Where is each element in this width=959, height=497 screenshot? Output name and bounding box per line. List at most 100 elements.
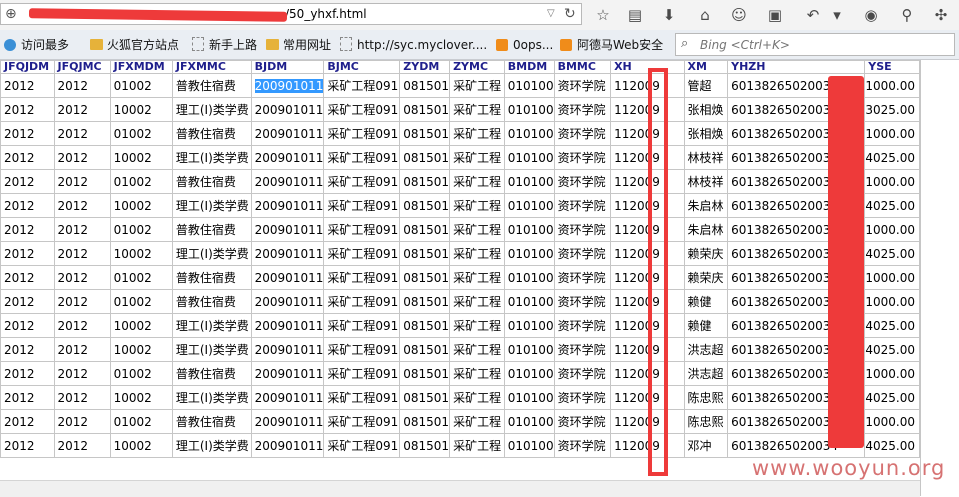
table-row: 2012 2012 01002 普教住宿费 200901011 采矿工程091 081501…: [0, 73, 920, 98]
text-tool-icon[interactable]: ▣: [764, 4, 786, 26]
table-cell: 2012: [53, 385, 111, 410]
chat-icon[interactable]: ☺: [728, 4, 750, 26]
table-row: 2012 2012 01002 普教住宿费 200901011 采矿工程091 081501…: [0, 265, 920, 290]
table-cell: 资环学院: [553, 289, 612, 314]
table-cell: 01002: [109, 121, 173, 146]
bookmark-syc[interactable]: http://syc.myclover....: [340, 37, 487, 53]
table-cell: 采矿工程091: [323, 265, 401, 290]
redaction-box-xh: [648, 68, 668, 476]
url-bar[interactable]: ⊕ /50_yhxf.html ▽ ↻: [0, 3, 582, 25]
undo-icon[interactable]: ↶: [802, 4, 824, 26]
table-cell: 2012: [53, 145, 111, 170]
bookmark-label: 新手上路: [209, 38, 258, 52]
table-cell: 采矿工程091: [323, 217, 401, 242]
table-row: 2012 2012 10002 理工(I)类学费 200901011 采矿工程091 081…: [0, 97, 920, 122]
search-input[interactable]: [700, 36, 940, 53]
table-cell: 081501: [399, 433, 451, 458]
table-cell: 200901011: [250, 121, 325, 146]
table-cell: 朱启林: [683, 217, 729, 242]
table-cell: 采矿工程091: [323, 289, 401, 314]
table-cell: 2012: [53, 241, 111, 266]
table-cell: 01002: [109, 265, 173, 290]
table-cell: 林枝祥: [683, 145, 729, 170]
table-cell: 普教住宿费: [171, 121, 252, 146]
table-row: 2012 2012 10002 理工(I)类学费 200901011 采矿工程091 081…: [0, 313, 920, 338]
addon-icon[interactable]: ◉: [860, 4, 882, 26]
table-cell: 2012: [53, 433, 111, 458]
table-cell: 01002: [109, 73, 173, 98]
table-cell: 2012: [0, 433, 55, 458]
table-cell: 200901011: [250, 145, 325, 170]
column-header: YSE: [864, 60, 920, 74]
table-cell: 081501: [399, 241, 451, 266]
star-icon[interactable]: ☆: [592, 4, 614, 26]
table-cell: 200901011: [250, 289, 325, 314]
table-cell: 2012: [0, 97, 55, 122]
bookmark-common-sites[interactable]: 常用网址: [266, 37, 331, 53]
table-cell: 洪志超: [683, 337, 729, 362]
table-cell: 采矿工程091: [323, 337, 401, 362]
chevron-down-icon[interactable]: ▽: [547, 6, 561, 22]
bookmark-most-visited[interactable]: 访问最多: [4, 37, 69, 53]
table-cell: 01002: [109, 361, 173, 386]
column-header: BJDM: [250, 60, 325, 74]
table-cell: 2012: [53, 97, 111, 122]
table-cell: 081501: [399, 73, 451, 98]
table-cell: 010100: [503, 361, 555, 386]
bookmark-0ops[interactable]: 0ops...: [496, 37, 553, 53]
column-header: YHZH: [727, 60, 866, 74]
chevron-down-icon[interactable]: ▾: [826, 4, 848, 26]
table-cell: 采矿工程091: [323, 73, 401, 98]
horizontal-scrollbar[interactable]: [0, 480, 920, 497]
table-cell: 采矿工程: [449, 73, 505, 98]
redaction-bar-yhzh: [828, 76, 864, 448]
table-cell: 张相焕: [683, 121, 729, 146]
table-cell: 采矿工程091: [323, 385, 401, 410]
table-cell: 资环学院: [553, 193, 612, 218]
table-cell: 10002: [109, 145, 173, 170]
table-cell: 1000.00: [864, 169, 920, 194]
bookmark-adema[interactable]: 阿德马Web安全: [560, 37, 663, 53]
table-cell: 理工(I)类学费: [171, 433, 252, 458]
table-cell: 普教住宿费: [171, 361, 252, 386]
home-icon[interactable]: ⌂: [694, 4, 716, 26]
reload-icon[interactable]: ↻: [564, 5, 580, 23]
table-cell: 2012: [53, 313, 111, 338]
table-cell: 资环学院: [553, 73, 612, 98]
clipboard-icon[interactable]: ▤: [624, 4, 646, 26]
column-header: ZYMC: [449, 60, 505, 74]
table-cell: 4025.00: [864, 385, 920, 410]
download-icon[interactable]: ⬇: [658, 4, 680, 26]
table-cell: 2012: [53, 121, 111, 146]
table-cell: 林枝祥: [683, 169, 729, 194]
table-cell: 采矿工程: [449, 145, 505, 170]
table-row: 2012 2012 01002 普教住宿费 200901011 采矿工程091 081501…: [0, 169, 920, 194]
table-cell: 010100: [503, 337, 555, 362]
menu-icon[interactable]: ✣: [930, 4, 952, 26]
table-cell: 010100: [503, 289, 555, 314]
table-cell: 01002: [109, 217, 173, 242]
table-cell: 2012: [0, 169, 55, 194]
table-cell: 1000.00: [864, 217, 920, 242]
url-text[interactable]: /50_yhxf.html: [285, 6, 367, 22]
table-cell: 1000.00: [864, 409, 920, 434]
bookmark-getting-started[interactable]: 新手上路: [192, 37, 257, 53]
zoom-icon[interactable]: ⚲: [896, 4, 918, 26]
table-cell: 资环学院: [553, 241, 612, 266]
table-row: 2012 2012 01002 普教住宿费 200901011 采矿工程091 081501…: [0, 121, 920, 146]
search-box[interactable]: ⌕: [675, 33, 955, 56]
table-cell: 2012: [0, 313, 55, 338]
table-cell: 理工(I)类学费: [171, 145, 252, 170]
site-identity-icon[interactable]: ⊕: [5, 5, 23, 23]
bookmark-firefox-official[interactable]: 火狐官方站点: [90, 37, 179, 53]
column-header: JFQJMC: [53, 60, 111, 74]
table-cell: 010100: [503, 121, 555, 146]
table-cell: 2012: [0, 361, 55, 386]
column-header: BJMC: [323, 60, 401, 74]
table-cell: 2012: [0, 337, 55, 362]
table-cell: 200901011: [250, 265, 325, 290]
table-cell: 10002: [109, 313, 173, 338]
table-row: 2012 2012 10002 理工(I)类学费 200901011 采矿工程091 081…: [0, 337, 920, 362]
table-cell: 081501: [399, 121, 451, 146]
bookmark-label: 0ops...: [513, 38, 554, 52]
